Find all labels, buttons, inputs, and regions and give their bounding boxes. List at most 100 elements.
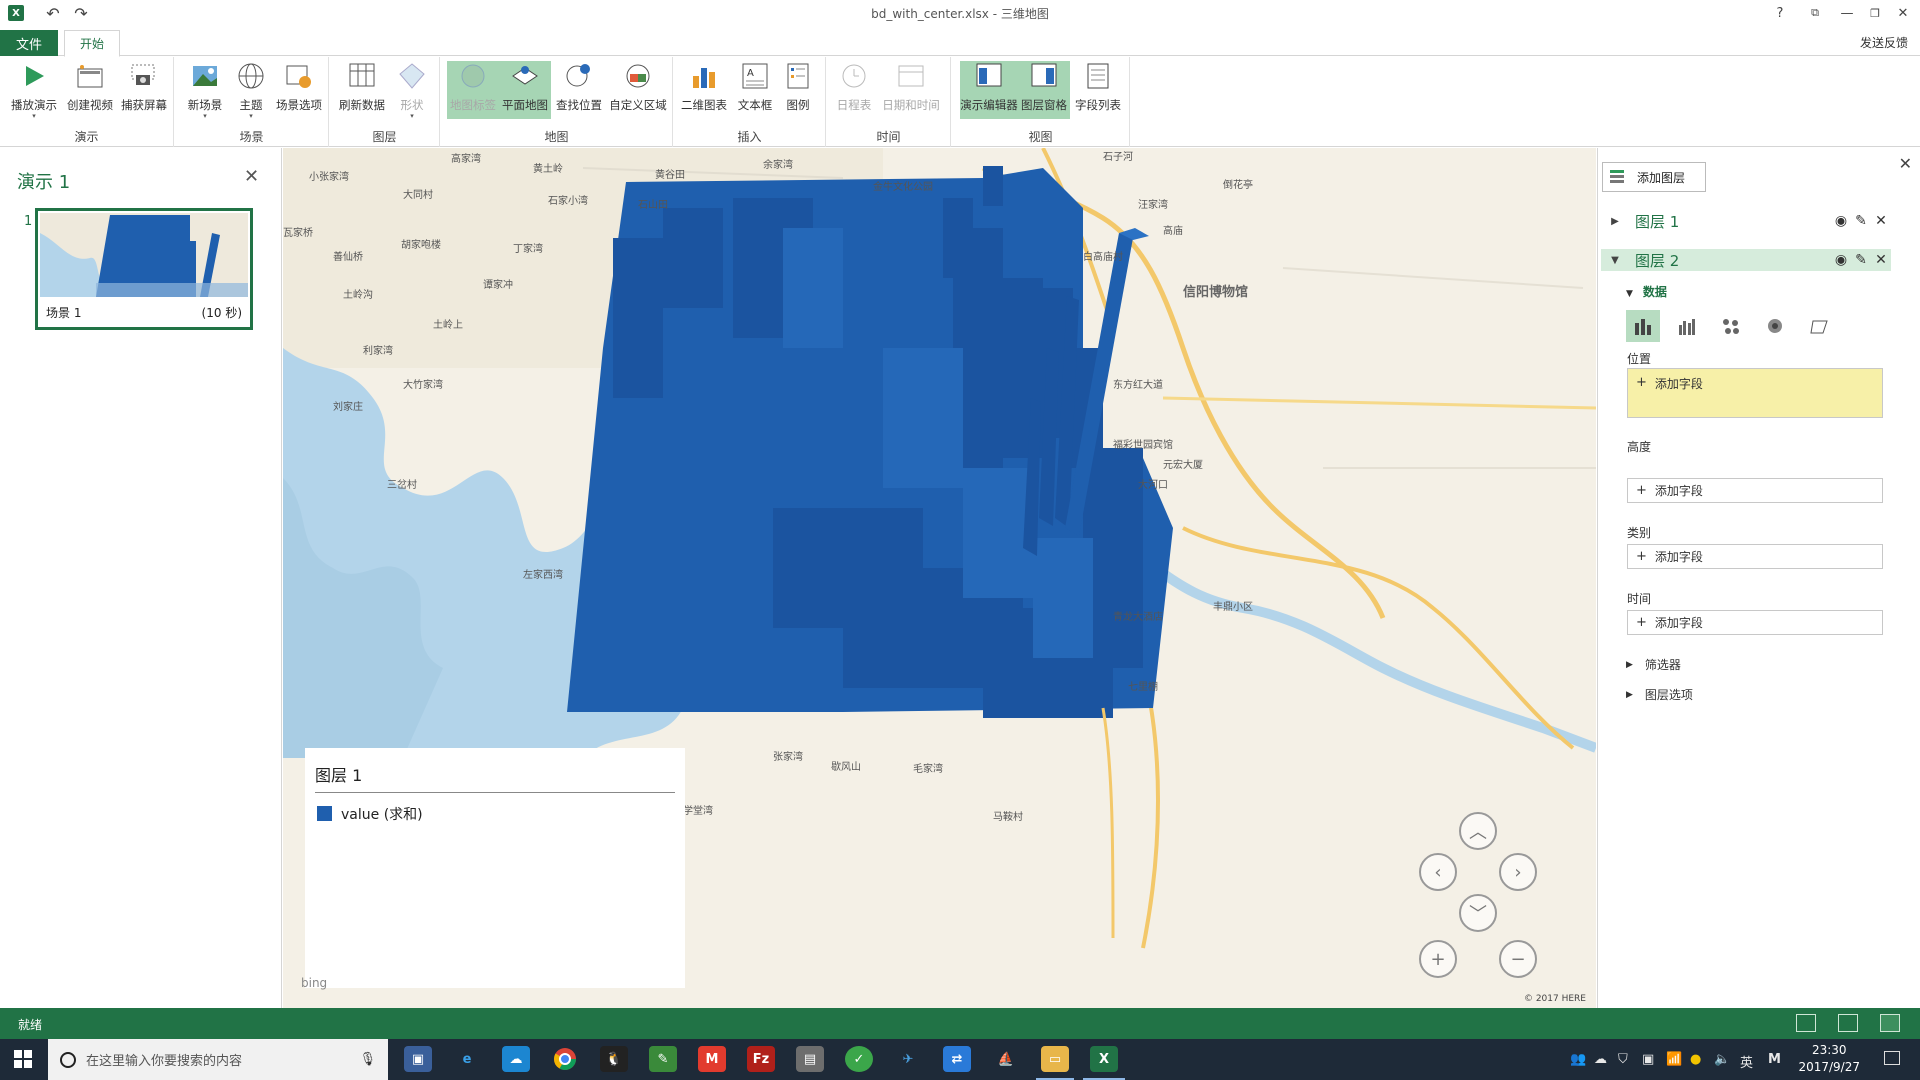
eye-icon[interactable]: ◉: [1831, 213, 1851, 229]
category-field-well[interactable]: + 添加字段: [1627, 544, 1883, 569]
layer-name[interactable]: 图层 2: [1635, 250, 1831, 271]
rotate-right-button[interactable]: ›: [1499, 853, 1537, 891]
taskbar-app-tool-icon[interactable]: ▤: [796, 1046, 824, 1072]
tab-file[interactable]: 文件: [0, 30, 58, 56]
taskbar-search-box[interactable]: 在这里输入你要搜索的内容 🎙: [48, 1039, 388, 1080]
find-location-button[interactable]: 查找位置: [553, 61, 605, 119]
tray-shield-icon[interactable]: ⛉: [1618, 1052, 1628, 1067]
delete-icon[interactable]: ✕: [1871, 213, 1891, 229]
layer-row-1[interactable]: ▶ 图层 1 ◉ ✎ ✕: [1601, 210, 1891, 232]
tour-title[interactable]: 演示 1: [17, 168, 70, 194]
scene-card[interactable]: 场景 1 (10 秒): [35, 208, 253, 330]
play-tour-button[interactable]: 播放演示 ▾: [8, 61, 60, 120]
ime-indicator[interactable]: 英: [1740, 1052, 1753, 1071]
close-button[interactable]: ✕: [1886, 0, 1920, 26]
microphone-icon[interactable]: 🎙: [359, 1052, 376, 1067]
height-field-well[interactable]: + 添加字段: [1627, 478, 1883, 503]
delete-icon[interactable]: ✕: [1871, 252, 1891, 268]
filters-section[interactable]: ▶ 筛选器: [1626, 656, 1681, 673]
ribbon-display-icon[interactable]: ⧉: [1798, 0, 1832, 26]
taskbar-app-explorer-icon[interactable]: ▭: [1041, 1046, 1069, 1072]
capture-screen-button[interactable]: 捕获屏幕: [118, 61, 170, 119]
new-scene-button[interactable]: 新场景 ▾: [183, 61, 227, 120]
expand-icon[interactable]: ▶: [1601, 216, 1629, 227]
text-box-button[interactable]: A 文本框: [734, 61, 776, 119]
map-labels-button[interactable]: 地图标签: [447, 61, 499, 119]
location-field-well[interactable]: + 添加字段: [1627, 368, 1883, 418]
stacked-column-icon[interactable]: [1626, 310, 1660, 342]
edit-icon[interactable]: ✎: [1851, 213, 1871, 229]
tour-editor-button[interactable]: 演示编辑器: [960, 61, 1018, 119]
rotate-left-button[interactable]: ‹: [1419, 853, 1457, 891]
taskbar-app-edge-icon[interactable]: e: [453, 1046, 481, 1072]
custom-regions-button[interactable]: 自定义区域: [607, 61, 669, 119]
close-layer-pane-icon[interactable]: ✕: [1899, 154, 1912, 173]
action-center-icon[interactable]: [1884, 1051, 1900, 1065]
tilt-up-button[interactable]: ︿: [1459, 812, 1497, 850]
add-layer-button[interactable]: 添加图层: [1602, 162, 1706, 192]
taskbar-app-chrome-icon[interactable]: [551, 1046, 579, 1072]
undo-icon[interactable]: ↶: [42, 4, 64, 23]
layer-name[interactable]: 图层 1: [1635, 211, 1831, 232]
group-layer-label: 图层: [372, 130, 397, 144]
edit-icon[interactable]: ✎: [1851, 252, 1871, 268]
chevron-left-icon: ‹: [1434, 861, 1442, 883]
region-icon[interactable]: [1802, 310, 1836, 342]
plus-icon: +: [1636, 483, 1647, 498]
taskbar-app-qq-icon[interactable]: 🐧: [600, 1046, 628, 1072]
map-canvas[interactable]: 小张家湾 高家湾 黄土岭 黄谷田 余家湾 金牛文化公园 石子河 大同村 石家小湾…: [283, 148, 1596, 1008]
flat-map-button[interactable]: 平面地图: [499, 61, 551, 119]
field-list-button[interactable]: 字段列表: [1072, 61, 1124, 119]
heat-map-icon[interactable]: [1758, 310, 1792, 342]
redo-icon[interactable]: ↷: [70, 4, 92, 23]
taskbar-app-editor-icon[interactable]: ✎: [649, 1046, 677, 1072]
theme-button[interactable]: 主题 ▾: [231, 61, 271, 120]
taskbar-app-filezilla-icon[interactable]: Fz: [747, 1046, 775, 1072]
tray-cloud-icon[interactable]: ☁: [1594, 1052, 1607, 1067]
windows-start-icon[interactable]: [14, 1050, 32, 1068]
eye-icon[interactable]: ◉: [1831, 252, 1851, 268]
layer-pane-button[interactable]: 图层窗格: [1018, 61, 1070, 119]
screenshot-icon[interactable]: [1796, 1014, 1816, 1032]
help-icon[interactable]: ?: [1763, 0, 1797, 26]
2d-chart-button[interactable]: 二维图表: [678, 61, 730, 119]
collapse-icon[interactable]: ▼: [1601, 255, 1629, 266]
map-legend[interactable]: 图层 1 value (求和): [305, 748, 685, 988]
clustered-column-icon[interactable]: [1670, 310, 1704, 342]
scene-options-button[interactable]: 场景选项: [273, 61, 325, 119]
fullscreen-icon[interactable]: [1880, 1014, 1900, 1032]
tray-m-icon[interactable]: M: [1768, 1052, 1781, 1067]
shapes-button[interactable]: 形状 ▾: [392, 61, 432, 120]
zoom-in-button[interactable]: +: [1419, 940, 1457, 978]
tray-wifi-icon[interactable]: 📶: [1666, 1052, 1682, 1067]
taskbar-app-ship-icon[interactable]: ⛵: [992, 1046, 1020, 1072]
tray-app-icon[interactable]: ▣: [1642, 1052, 1654, 1067]
fit-view-icon[interactable]: [1838, 1014, 1858, 1032]
taskbar-app-cloud-icon[interactable]: ☁: [502, 1046, 530, 1072]
bubble-icon[interactable]: [1714, 310, 1748, 342]
timeline-button[interactable]: 日程表: [833, 61, 875, 119]
send-feedback-link[interactable]: 发送反馈: [1860, 34, 1908, 51]
refresh-data-button[interactable]: 刷新数据: [336, 61, 388, 119]
taskbar-app-bird-icon[interactable]: ✈: [894, 1046, 922, 1072]
date-time-button[interactable]: 日期和时间: [877, 61, 945, 119]
taskbar-app-green-icon[interactable]: ✓: [845, 1046, 873, 1072]
tab-home[interactable]: 开始: [64, 30, 120, 57]
taskbar-app-teamviewer-icon[interactable]: ⇄: [943, 1046, 971, 1072]
zoom-out-button[interactable]: −: [1499, 940, 1537, 978]
data-section-header[interactable]: ▼ 数据: [1626, 283, 1667, 300]
create-video-button[interactable]: 创建视频: [64, 61, 116, 119]
taskbar-app-excel-icon[interactable]: X: [1090, 1046, 1118, 1072]
tray-security-icon[interactable]: ●: [1690, 1052, 1701, 1067]
time-field-well[interactable]: + 添加字段: [1627, 610, 1883, 635]
close-tour-pane-icon[interactable]: ✕: [244, 166, 259, 187]
taskbar-clock[interactable]: 23:30 2017/9/27: [1798, 1042, 1860, 1076]
legend-button[interactable]: 图例: [778, 61, 818, 119]
taskbar-app-mail-icon[interactable]: M: [698, 1046, 726, 1072]
tilt-down-button[interactable]: ﹀: [1459, 894, 1497, 932]
tray-people-icon[interactable]: 👥: [1570, 1052, 1586, 1067]
layer-row-2[interactable]: ▼ 图层 2 ◉ ✎ ✕: [1601, 249, 1891, 271]
layer-options-section[interactable]: ▶ 图层选项: [1626, 686, 1693, 703]
tray-volume-icon[interactable]: 🔈: [1714, 1052, 1730, 1067]
taskbar-app-network-icon[interactable]: ▣: [404, 1046, 432, 1072]
